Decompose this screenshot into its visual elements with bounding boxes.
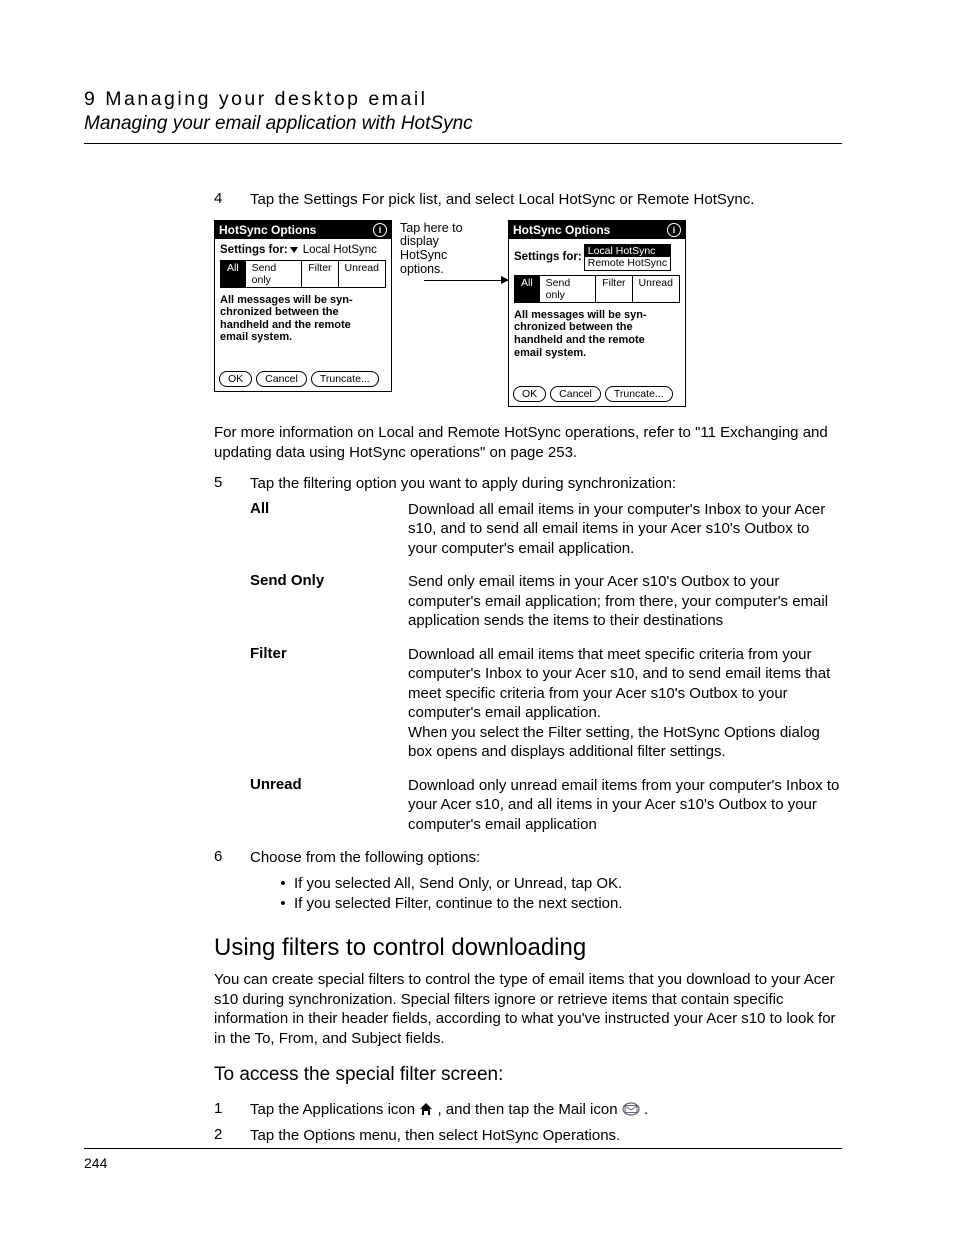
desc-send-only: Send only email items in your Acer s10's…: [408, 572, 842, 631]
settings-label: Settings for:: [220, 244, 288, 256]
ok-button[interactable]: OK: [513, 386, 546, 402]
bullet-icon: •: [272, 894, 294, 914]
page-header: 9 Managing your desktop email Managing y…: [84, 88, 842, 144]
truncate-button[interactable]: Truncate...: [605, 386, 673, 402]
tab-all[interactable]: All: [221, 261, 246, 287]
step-6: 6 Choose from the following options:: [214, 848, 842, 868]
bullet-icon: •: [272, 874, 294, 894]
desc-unread: Download only unread email items from yo…: [408, 776, 842, 835]
picklist-option-local[interactable]: Local HotSync: [585, 245, 670, 258]
screenshot-row: HotSync Options i Settings for: Local Ho…: [214, 220, 842, 408]
step-number: 6: [214, 848, 250, 868]
page-footer: 244: [84, 1148, 842, 1171]
settings-for-row: Settings for: Local HotSync: [220, 244, 386, 256]
picklist-value[interactable]: Local HotSync: [303, 244, 377, 256]
home-icon: [419, 1102, 433, 1116]
para-crossref: For more information on Local and Remote…: [214, 423, 842, 462]
device-left: HotSync Options i Settings for: Local Ho…: [214, 220, 392, 393]
page-number: 244: [84, 1155, 107, 1171]
term-filter: Filter: [250, 645, 408, 762]
sync-message: All messages will be syn- chronized betw…: [220, 294, 386, 345]
dialog-title: HotSync Options: [219, 223, 316, 237]
sync-message: All messages will be syn- chronized betw…: [514, 309, 680, 360]
callout-text: Tap here to display HotSync options.: [400, 220, 478, 277]
ok-button[interactable]: OK: [219, 371, 252, 387]
tab-unread[interactable]: Unread: [633, 276, 679, 302]
device-right: HotSync Options i Settings for: Local Ho…: [508, 220, 686, 408]
step-5: 5 Tap the filtering option you want to a…: [214, 474, 842, 494]
tab-send-only[interactable]: Send only: [540, 276, 597, 302]
bullet-text: If you selected Filter, continue to the …: [294, 894, 623, 914]
dialog-title: HotSync Options: [513, 223, 610, 237]
info-icon[interactable]: i: [667, 223, 681, 237]
substep-2: 2 Tap the Options menu, then select HotS…: [214, 1126, 842, 1146]
tab-filter[interactable]: Filter: [302, 261, 338, 287]
tab-unread[interactable]: Unread: [339, 261, 385, 287]
picklist-option-remote[interactable]: Remote HotSync: [585, 257, 670, 270]
step-text: Tap the filtering option you want to app…: [250, 474, 842, 494]
settings-label: Settings for:: [514, 251, 582, 263]
term-all: All: [250, 500, 408, 559]
picklist-open[interactable]: Local HotSync Remote HotSync: [584, 244, 671, 271]
step-4: 4 Tap the Settings For pick list, and se…: [214, 190, 842, 210]
tab-all[interactable]: All: [515, 276, 540, 302]
tab-send-only[interactable]: Send only: [246, 261, 303, 287]
step-text: Choose from the following options:: [250, 848, 842, 868]
term-send-only: Send Only: [250, 572, 408, 631]
titlebar: HotSync Options i: [509, 221, 685, 239]
term-unread: Unread: [250, 776, 408, 835]
step-text: Tap the Applications icon , and then tap…: [250, 1100, 842, 1120]
bullet-text: If you selected All, Send Only, or Unrea…: [294, 874, 622, 894]
mail-icon: [622, 1102, 640, 1116]
step-number: 2: [214, 1126, 250, 1146]
step-number: 5: [214, 474, 250, 494]
tab-filter[interactable]: Filter: [596, 276, 632, 302]
section-para: You can create special filters to contro…: [214, 970, 842, 1048]
desc-filter: Download all email items that meet speci…: [408, 645, 842, 762]
step-text: Tap the Options menu, then select HotSyn…: [250, 1126, 842, 1146]
section-heading: Using filters to control downloading: [214, 934, 842, 962]
truncate-button[interactable]: Truncate...: [311, 371, 379, 387]
substep-1: 1 Tap the Applications icon , and then t…: [214, 1100, 842, 1120]
info-icon[interactable]: i: [373, 223, 387, 237]
step-number: 4: [214, 190, 250, 210]
cancel-button[interactable]: Cancel: [256, 371, 307, 387]
filter-tabs[interactable]: All Send only Filter Unread: [220, 260, 386, 288]
filter-options-table: All Download all email items in your com…: [250, 500, 842, 835]
settings-for-row: Settings for: Local HotSync Remote HotSy…: [514, 244, 680, 271]
cancel-button[interactable]: Cancel: [550, 386, 601, 402]
step-6-bullets: •If you selected All, Send Only, or Unre…: [272, 874, 842, 915]
subsection-heading: To access the special filter screen:: [214, 1064, 842, 1086]
step-text: Tap the Settings For pick list, and sele…: [250, 190, 842, 210]
dropdown-icon[interactable]: [290, 247, 298, 253]
step-number: 1: [214, 1100, 250, 1120]
filter-tabs[interactable]: All Send only Filter Unread: [514, 275, 680, 303]
desc-all: Download all email items in your compute…: [408, 500, 842, 559]
titlebar: HotSync Options i: [215, 221, 391, 239]
chapter-title: 9 Managing your desktop email: [84, 88, 842, 111]
chapter-subtitle: Managing your email application with Hot…: [84, 113, 842, 135]
